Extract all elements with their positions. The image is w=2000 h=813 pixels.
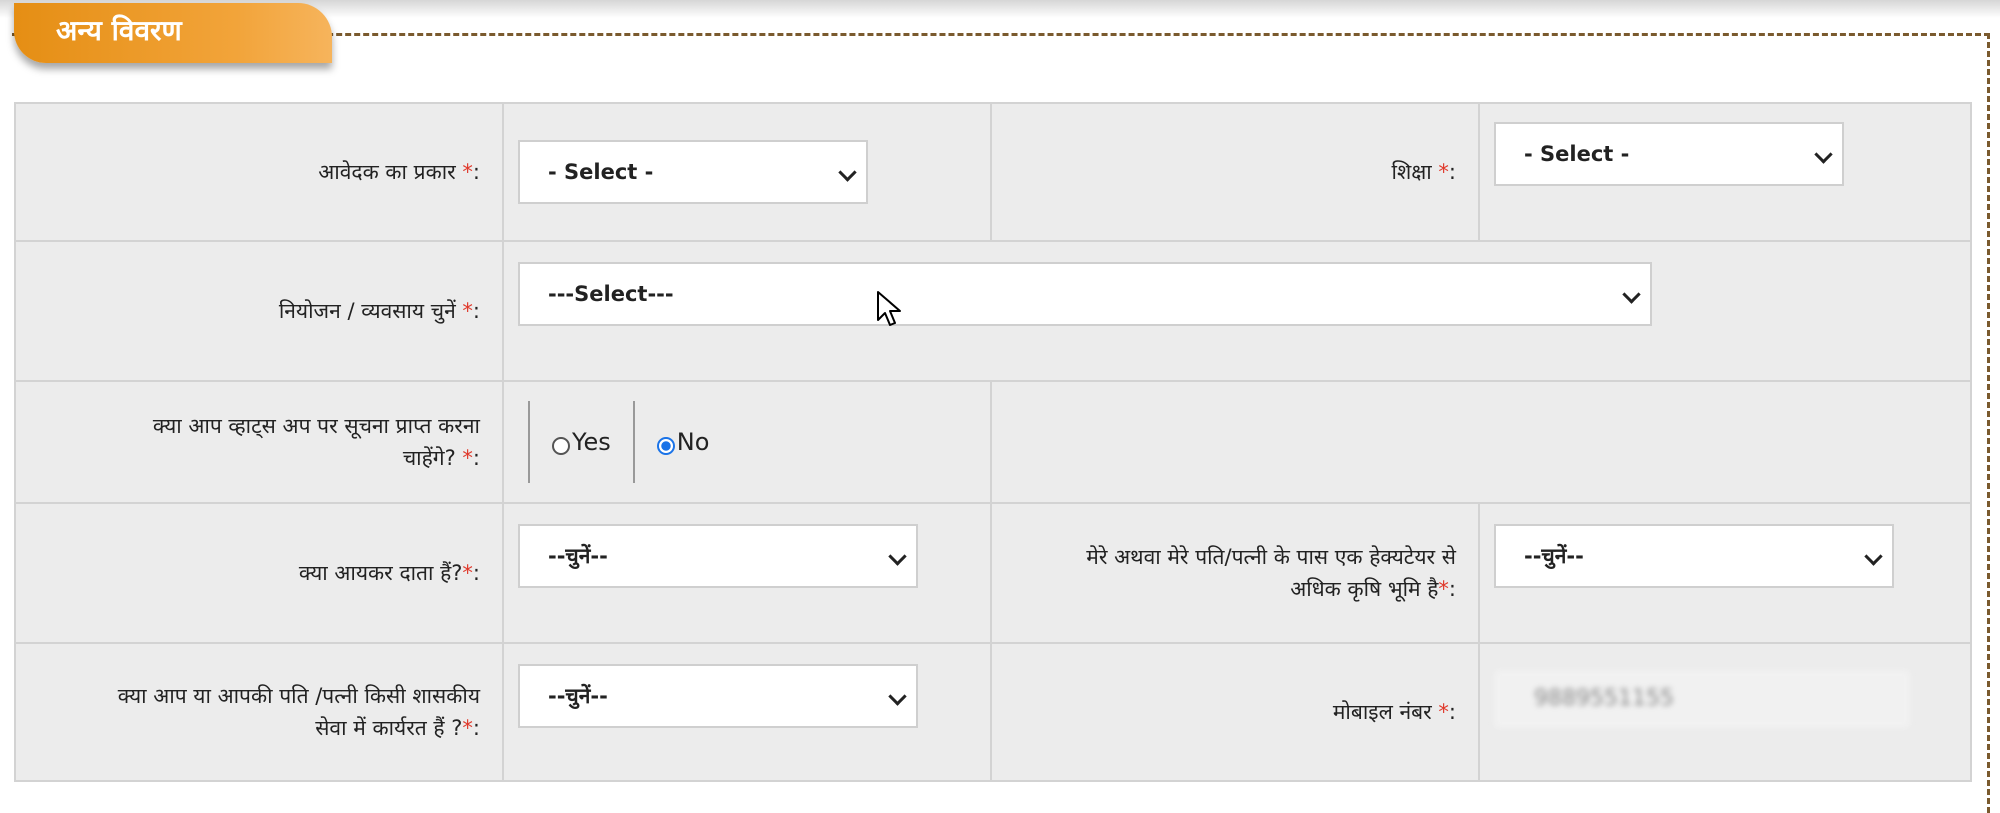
required-mark: *: [462, 299, 473, 323]
income-tax-cell: --चुनें--: [502, 502, 992, 644]
required-mark: *: [462, 716, 473, 740]
label-suffix: :: [472, 446, 480, 470]
form-row: नियोजन / व्यवसाय चुनें *: ---Select---: [14, 240, 1972, 382]
applicant-type-label-cell: आवेदक का प्रकार *:: [14, 102, 504, 242]
govt-service-label-cell: क्या आप या आपकी पति /पत्नी किसी शासकीय स…: [14, 642, 504, 782]
mobile-input[interactable]: 9889551155: [1494, 670, 1910, 728]
label-suffix: :: [1448, 160, 1456, 184]
whatsapp-label-cell: क्या आप व्हाट्स अप पर सूचना प्राप्त करना…: [14, 380, 504, 504]
occupation-value: ---Select---: [548, 282, 674, 306]
mobile-label-cell: मोबाइल नंबर *:: [990, 642, 1480, 782]
form-table: आवेदक का प्रकार *: - Select - शिक्षा *: …: [14, 102, 1972, 782]
land-select[interactable]: --चुनें--: [1494, 524, 1894, 588]
label-suffix: :: [1448, 700, 1456, 724]
form-row: क्या आप व्हाट्स अप पर सूचना प्राप्त करना…: [14, 380, 1972, 504]
required-mark: *: [1438, 160, 1449, 184]
chevron-down-icon: [838, 163, 857, 182]
occupation-label: नियोजन / व्यवसाय चुनें: [278, 299, 456, 323]
label-suffix: :: [472, 160, 480, 184]
required-mark: *: [1438, 700, 1449, 724]
chevron-down-icon: [888, 687, 907, 706]
radio-yes-circle[interactable]: [552, 437, 570, 455]
income-tax-value: --चुनें--: [548, 544, 608, 568]
land-label-cell: मेरे अथवा मेरे पति/पत्नी के पास एक हेक्य…: [990, 502, 1480, 644]
income-tax-label: क्या आयकर दाता हैं?: [298, 561, 463, 585]
radio-no[interactable]: No: [632, 401, 732, 483]
govt-service-value: --चुनें--: [548, 684, 608, 708]
land-cell: --चुनें--: [1478, 502, 1972, 644]
mobile-cell: 9889551155: [1478, 642, 1972, 782]
form-row: आवेदक का प्रकार *: - Select - शिक्षा *: …: [14, 102, 1972, 242]
required-mark: *: [462, 446, 473, 470]
land-label-line1: मेरे अथवा मेरे पति/पत्नी के पास एक हेक्य…: [1086, 545, 1456, 569]
whatsapp-radio-cell: Yes No: [502, 380, 992, 504]
label-suffix: :: [1448, 577, 1456, 601]
chevron-down-icon: [1814, 145, 1833, 164]
land-label-line2: अधिक कृषि भूमि है: [1290, 577, 1439, 601]
education-label: शिक्षा: [1391, 160, 1432, 184]
income-tax-label-cell: क्या आयकर दाता हैं?*:: [14, 502, 504, 644]
applicant-type-value: - Select -: [548, 160, 654, 184]
occupation-label-cell: नियोजन / व्यवसाय चुनें *:: [14, 240, 504, 382]
required-mark: *: [462, 160, 473, 184]
required-mark: *: [1438, 577, 1449, 601]
land-value: --चुनें--: [1524, 544, 1584, 568]
govt-service-cell: --चुनें--: [502, 642, 992, 782]
chevron-down-icon: [1864, 547, 1883, 566]
applicant-type-cell: - Select -: [502, 102, 992, 242]
chevron-down-icon: [888, 547, 907, 566]
radio-no-label: No: [676, 428, 710, 456]
required-mark: *: [462, 561, 473, 585]
govt-service-select[interactable]: --चुनें--: [518, 664, 918, 728]
section-title-text: अन्य विवरण: [56, 14, 182, 47]
label-suffix: :: [472, 299, 480, 323]
govt-service-label-line1: क्या आप या आपकी पति /पत्नी किसी शासकीय: [117, 684, 480, 708]
education-value: - Select -: [1524, 142, 1630, 166]
education-label-cell: शिक्षा *:: [990, 102, 1480, 242]
form-row: क्या आयकर दाता हैं?*: --चुनें-- मेरे अथव…: [14, 502, 1972, 644]
education-select[interactable]: - Select -: [1494, 122, 1844, 186]
mouse-pointer-icon: [877, 291, 901, 326]
income-tax-select[interactable]: --चुनें--: [518, 524, 918, 588]
empty-cell: [990, 380, 1972, 504]
radio-yes-label: Yes: [572, 428, 611, 456]
applicant-type-label: आवेदक का प्रकार: [318, 160, 456, 184]
form-row: क्या आप या आपकी पति /पत्नी किसी शासकीय स…: [14, 642, 1972, 782]
education-cell: - Select -: [1478, 102, 1972, 242]
radio-yes[interactable]: Yes: [528, 401, 633, 483]
whatsapp-label-line1: क्या आप व्हाट्स अप पर सूचना प्राप्त करना: [152, 414, 480, 438]
label-suffix: :: [472, 561, 480, 585]
label-suffix: :: [472, 716, 480, 740]
govt-service-label-line2: सेवा में कार्यरत हैं ?: [315, 716, 463, 740]
radio-no-circle[interactable]: [656, 437, 675, 455]
mobile-label: मोबाइल नंबर: [1332, 700, 1432, 724]
occupation-cell: ---Select---: [502, 240, 1972, 382]
applicant-type-select[interactable]: - Select -: [518, 140, 868, 204]
whatsapp-radio-group: Yes No: [528, 401, 990, 483]
whatsapp-label-line2: चाहेंगे?: [402, 446, 456, 470]
section-title: अन्य विवरण: [14, 3, 332, 63]
chevron-down-icon: [1622, 285, 1641, 304]
occupation-select[interactable]: ---Select---: [518, 262, 1652, 326]
